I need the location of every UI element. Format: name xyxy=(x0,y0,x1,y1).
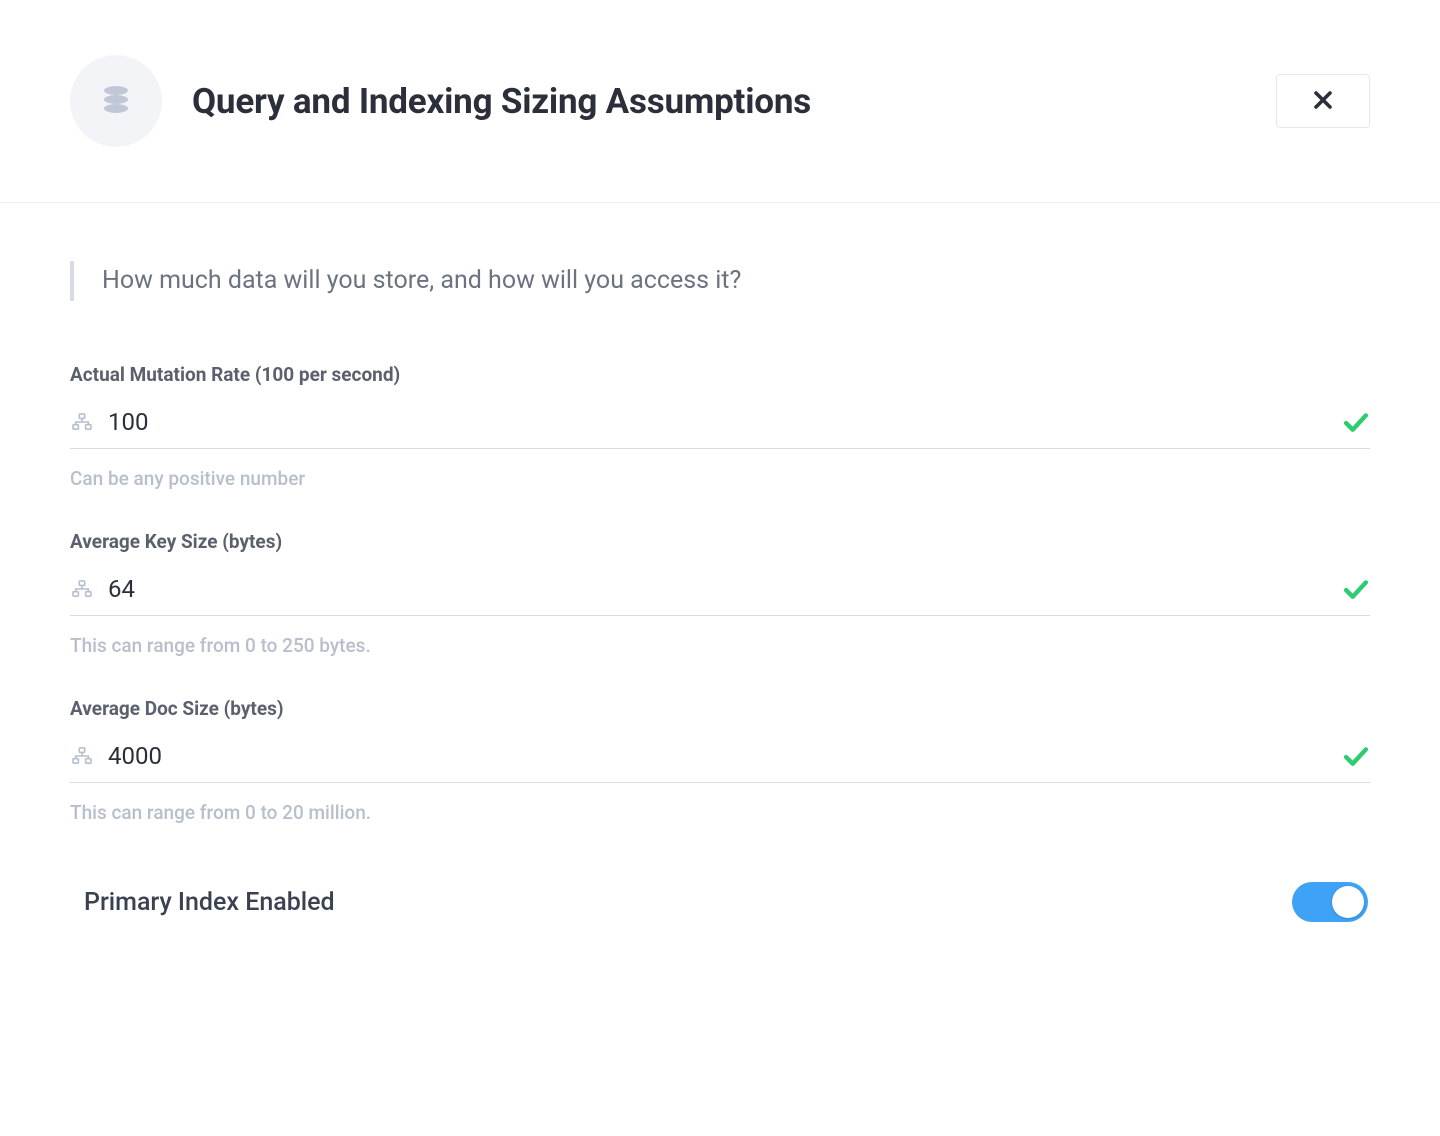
check-icon xyxy=(1342,577,1370,601)
input-row xyxy=(70,400,1370,449)
field-label-mutation-rate: Actual Mutation Rate (100 per second) xyxy=(70,363,1370,386)
close-icon xyxy=(1313,86,1333,117)
input-row xyxy=(70,567,1370,616)
input-row xyxy=(70,734,1370,783)
toggle-row-primary-index: Primary Index Enabled xyxy=(70,864,1370,940)
sitemap-icon xyxy=(70,746,94,766)
sizing-assumptions-modal: Query and Indexing Sizing Assumptions Ho… xyxy=(0,0,1440,980)
toggle-label-primary-index: Primary Index Enabled xyxy=(84,888,335,917)
field-label-avg-key-size: Average Key Size (bytes) xyxy=(70,530,1370,553)
sitemap-icon xyxy=(70,579,94,599)
check-icon xyxy=(1342,744,1370,768)
field-avg-key-size: Average Key Size (bytes) T xyxy=(70,530,1370,657)
page-title: Query and Indexing Sizing Assumptions xyxy=(192,81,811,122)
field-hint-avg-key-size: This can range from 0 to 250 bytes. xyxy=(70,634,1370,657)
mutation-rate-input[interactable] xyxy=(108,406,1328,438)
intro-text: How much data will you store, and how wi… xyxy=(102,263,1370,299)
field-avg-doc-size: Average Doc Size (bytes) T xyxy=(70,697,1370,824)
database-icon xyxy=(70,55,162,147)
primary-index-toggle[interactable] xyxy=(1292,882,1368,922)
toggle-knob xyxy=(1332,886,1364,918)
modal-header: Query and Indexing Sizing Assumptions xyxy=(0,0,1440,203)
close-button[interactable] xyxy=(1276,74,1370,128)
check-icon xyxy=(1342,410,1370,434)
avg-key-size-input[interactable] xyxy=(108,573,1328,605)
avg-doc-size-input[interactable] xyxy=(108,740,1328,772)
sitemap-icon xyxy=(70,412,94,432)
modal-body: How much data will you store, and how wi… xyxy=(0,203,1440,980)
field-label-avg-doc-size: Average Doc Size (bytes) xyxy=(70,697,1370,720)
field-hint-mutation-rate: Can be any positive number xyxy=(70,467,1370,490)
field-mutation-rate: Actual Mutation Rate (100 per second) xyxy=(70,363,1370,490)
field-hint-avg-doc-size: This can range from 0 to 20 million. xyxy=(70,801,1370,824)
intro-block: How much data will you store, and how wi… xyxy=(70,261,1370,301)
header-left: Query and Indexing Sizing Assumptions xyxy=(70,55,811,147)
